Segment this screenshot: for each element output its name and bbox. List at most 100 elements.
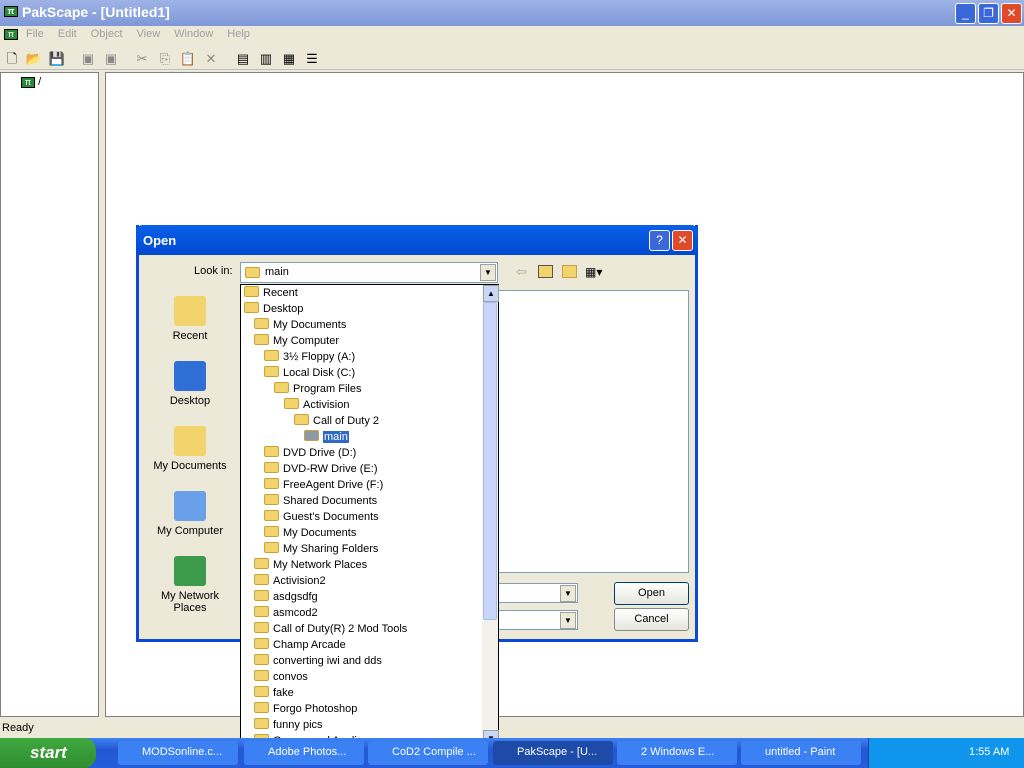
file-list[interactable]	[498, 290, 689, 573]
dropdown-item[interactable]: Local Disk (C:)	[264, 365, 355, 381]
dropdown-item[interactable]: FreeAgent Drive (F:)	[264, 477, 383, 493]
dropdown-item[interactable]: Desktop	[244, 301, 303, 317]
close-button[interactable]: ✕	[1001, 3, 1022, 24]
dropdown-item-label: Call of Duty 2	[313, 415, 380, 427]
menu-object[interactable]: Object	[91, 28, 123, 40]
start-button[interactable]: start	[0, 738, 96, 768]
taskbar-item[interactable]: MODSonline.c...	[118, 741, 238, 765]
copy-icon[interactable]: ⎘	[156, 50, 174, 68]
menu-edit[interactable]: Edit	[58, 28, 77, 40]
lookin-value: main	[265, 266, 289, 278]
new-file-icon[interactable]: 🗋	[3, 50, 21, 68]
add-icon[interactable]: ▣	[79, 50, 97, 68]
dialog-title-text: Open	[143, 233, 177, 248]
dropdown-item-label: asdgsdfg	[273, 591, 318, 603]
dropdown-item[interactable]: My Documents	[254, 317, 346, 333]
my-documents-icon	[174, 426, 206, 456]
small-icons-icon[interactable]: ▥	[257, 50, 275, 68]
help-button[interactable]: ?	[649, 230, 670, 251]
details-view-icon[interactable]: ☰	[303, 50, 321, 68]
place-recent[interactable]: Recent	[150, 296, 230, 342]
tree-pane: π /	[0, 72, 99, 717]
dropdown-item[interactable]: Activision	[284, 397, 349, 413]
folder-icon	[244, 302, 259, 313]
dropdown-item-label: converting iwi and dds	[273, 655, 382, 667]
dropdown-item[interactable]: Shared Documents	[264, 493, 377, 509]
folder-icon	[254, 606, 269, 617]
dropdown-item-label: Local Disk (C:)	[283, 367, 356, 379]
place-desktop[interactable]: Desktop	[150, 361, 230, 407]
folder-icon	[254, 654, 269, 665]
scrollbar-thumb[interactable]	[483, 302, 497, 620]
recent-icon	[174, 296, 206, 326]
dropdown-item[interactable]: asdgsdfg	[254, 589, 318, 605]
dropdown-item[interactable]: funny pics	[254, 717, 323, 733]
taskbar-item[interactable]: untitled - Paint	[741, 741, 861, 765]
chevron-down-icon[interactable]: ▼	[480, 264, 496, 281]
menu-view[interactable]: View	[137, 28, 161, 40]
dialog-close-button[interactable]: ✕	[672, 230, 693, 251]
folder-icon	[264, 366, 279, 377]
dropdown-item[interactable]: asmcod2	[254, 605, 318, 621]
scroll-up-button[interactable]: ▲	[483, 285, 499, 302]
dropdown-item-label: Champ Arcade	[273, 639, 346, 651]
tree-root[interactable]: π /	[21, 76, 41, 88]
chevron-down-icon[interactable]: ▼	[560, 612, 576, 629]
filetype-select[interactable]: ▼	[498, 610, 578, 630]
dropdown-item[interactable]: main	[304, 429, 349, 445]
dropdown-item[interactable]: Champ Arcade	[254, 637, 346, 653]
save-icon[interactable]: 💾	[48, 50, 66, 68]
filename-field[interactable]: ▼	[498, 583, 578, 603]
maximize-button[interactable]: ❐	[978, 3, 999, 24]
dropdown-item[interactable]: Forgo Photoshop	[254, 701, 357, 717]
dropdown-item[interactable]: Program Files	[274, 381, 361, 397]
cancel-button[interactable]: Cancel	[614, 608, 689, 631]
new-folder-icon[interactable]	[562, 265, 577, 278]
open-icon[interactable]: 📂	[25, 50, 43, 68]
extract-icon[interactable]: ▣	[102, 50, 120, 68]
taskbar-item[interactable]: Adobe Photos...	[244, 741, 364, 765]
dropdown-item[interactable]: My Network Places	[254, 557, 367, 573]
dropdown-item[interactable]: Call of Duty 2	[294, 413, 379, 429]
taskbar-item[interactable]: 2 Windows E...	[617, 741, 737, 765]
dropdown-item-label: 3½ Floppy (A:)	[283, 351, 356, 363]
dropdown-item[interactable]: My Computer	[254, 333, 339, 349]
up-folder-icon[interactable]	[538, 265, 553, 278]
menu-window[interactable]: Window	[174, 28, 213, 40]
lookin-dropdown-list[interactable]: Recent Desktop My Documents My Computer 3½ F…	[240, 284, 499, 747]
place-my-network-places[interactable]: My Network Places	[150, 556, 230, 614]
status-bar: Ready	[2, 722, 34, 734]
menu-help[interactable]: Help	[227, 28, 250, 40]
large-icons-icon[interactable]: ▤	[234, 50, 252, 68]
dropdown-item[interactable]: My Sharing Folders	[264, 541, 378, 557]
view-menu-icon[interactable]: ▦▾	[585, 265, 602, 279]
dropdown-item[interactable]: converting iwi and dds	[254, 653, 382, 669]
dropdown-item-label: Call of Duty(R) 2 Mod Tools	[273, 623, 408, 635]
lookin-combo[interactable]: main ▼	[240, 262, 498, 283]
dropdown-item[interactable]: My Documents	[264, 525, 356, 541]
folder-icon	[264, 478, 279, 489]
menu-file[interactable]: File	[26, 28, 44, 40]
chevron-down-icon[interactable]: ▼	[560, 585, 576, 602]
dropdown-item[interactable]: DVD Drive (D:)	[264, 445, 356, 461]
dropdown-item[interactable]: convos	[254, 669, 308, 685]
paste-icon[interactable]: 📋	[179, 50, 197, 68]
dropdown-item-label: My Network Places	[273, 559, 368, 571]
dropdown-item[interactable]: Guest's Documents	[264, 509, 379, 525]
dropdown-item[interactable]: Recent	[244, 285, 298, 301]
dropdown-item[interactable]: fake	[254, 685, 294, 701]
delete-icon[interactable]: ✕	[202, 50, 220, 68]
dropdown-item[interactable]: Call of Duty(R) 2 Mod Tools	[254, 621, 407, 637]
list-view-icon[interactable]: ▦	[280, 50, 298, 68]
minimize-button[interactable]: _	[955, 3, 976, 24]
dropdown-item[interactable]: DVD-RW Drive (E:)	[264, 461, 378, 477]
dropdown-item[interactable]: Activision2	[254, 573, 326, 589]
open-button[interactable]: Open	[614, 582, 689, 605]
place-my-computer[interactable]: My Computer	[150, 491, 230, 537]
taskbar-item[interactable]: CoD2 Compile ...	[368, 741, 488, 765]
back-icon[interactable]: ⇦	[516, 264, 527, 280]
dropdown-item[interactable]: 3½ Floppy (A:)	[264, 349, 355, 365]
place-my-documents[interactable]: My Documents	[150, 426, 230, 472]
cut-icon[interactable]: ✂	[133, 50, 151, 68]
taskbar-item[interactable]: PakScape - [U...	[493, 741, 613, 765]
